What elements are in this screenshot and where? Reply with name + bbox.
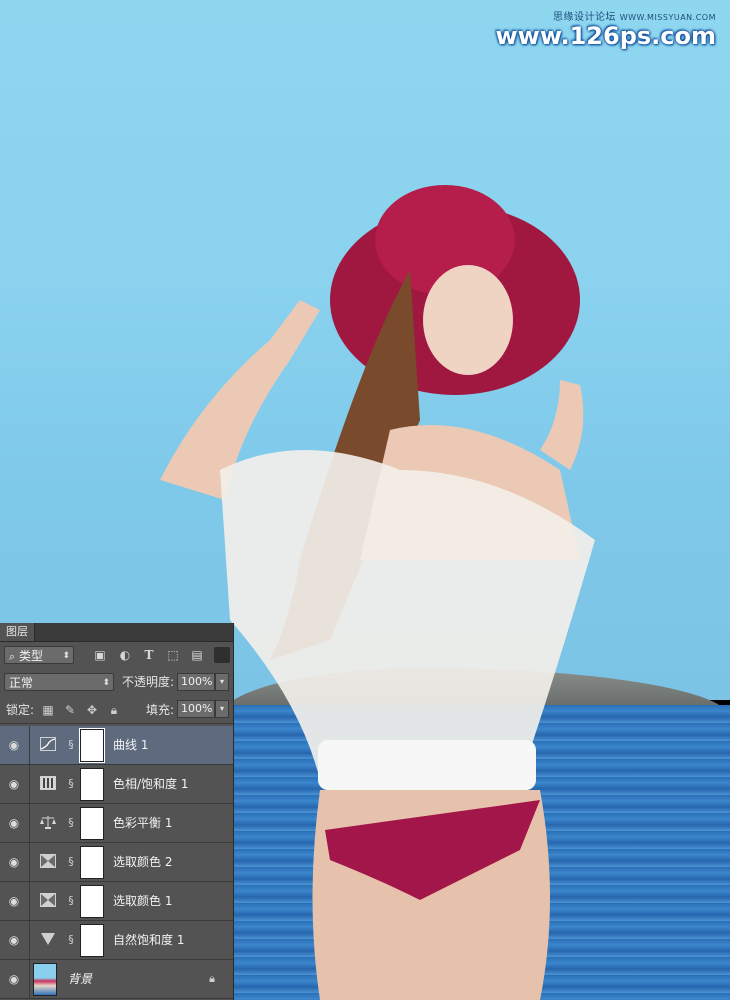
lock-icon: 🔒︎: [209, 972, 215, 985]
face: [423, 265, 513, 375]
filter-type-icon[interactable]: T: [141, 647, 157, 663]
divider: [29, 843, 30, 881]
lock-transparent-icon[interactable]: ▦: [40, 702, 56, 718]
layer-name[interactable]: 选取颜色 2: [113, 853, 172, 871]
eye-icon[interactable]: ◉: [6, 932, 22, 948]
layer-name[interactable]: 选取颜色 1: [113, 892, 172, 910]
link-icon[interactable]: §: [66, 815, 76, 831]
layer-row-vibrance[interactable]: ◉ § 自然饱和度 1: [0, 921, 233, 960]
selective-color-icon: [40, 854, 56, 868]
layer-name[interactable]: 背景: [68, 970, 92, 988]
chevron-updown-icon: ⬍: [102, 678, 110, 688]
lock-row: 锁定: ▦ ✎ ✥ 🔒︎ 填充: 100% ▾: [0, 699, 233, 724]
color-balance-icon: [40, 816, 56, 829]
chevron-updown-icon: ⬍: [62, 651, 70, 661]
filter-kind-label: 类型: [19, 649, 44, 663]
blend-row: 正常 ⬍ 不透明度: 100% ▾: [0, 671, 233, 695]
layer-row-color-balance[interactable]: ◉ § 色彩平衡 1: [0, 804, 233, 843]
layer-mask-thumbnail[interactable]: [80, 768, 104, 801]
eye-icon[interactable]: ◉: [6, 737, 22, 753]
eye-icon[interactable]: ◉: [6, 854, 22, 870]
layer-row-hue-saturation[interactable]: ◉ § 色相/饱和度 1: [0, 765, 233, 804]
fill-input[interactable]: 100%: [177, 700, 215, 718]
layer-name[interactable]: 曲线 1: [113, 736, 148, 754]
filter-pixel-icon[interactable]: ▣: [92, 647, 108, 663]
opacity-dropdown-icon[interactable]: ▾: [215, 673, 229, 691]
tab-layers[interactable]: 图层: [0, 623, 35, 641]
divider: [29, 765, 30, 803]
hue-saturation-icon: [40, 776, 56, 790]
filter-row: ⌕ 类型 ⬍ ▣ ◐ T ⬚ ▤: [0, 643, 233, 667]
layer-name[interactable]: 自然饱和度 1: [113, 931, 184, 949]
watermark-small: 思缘设计论坛 WWW.MISSYUAN.COM: [553, 12, 716, 23]
layer-row-selective-color-1[interactable]: ◉ § 选取颜色 1: [0, 882, 233, 921]
layer-mask-thumbnail[interactable]: [79, 728, 105, 763]
link-icon[interactable]: §: [66, 737, 76, 753]
search-icon: ⌕: [9, 650, 16, 663]
vibrance-icon: [41, 933, 55, 945]
layers-list: ◉ § 曲线 1 ◉ § 色相/饱和度 1 ◉ § 色彩平衡 1 ◉ § 选取颜…: [0, 726, 233, 999]
filter-shape-icon[interactable]: ⬚: [165, 647, 181, 663]
layer-mask-thumbnail[interactable]: [80, 807, 104, 840]
layer-mask-thumbnail[interactable]: [80, 885, 104, 918]
divider: [29, 921, 30, 959]
divider: [29, 960, 30, 998]
blend-mode-value: 正常: [9, 676, 34, 690]
background-thumbnail[interactable]: [33, 963, 57, 996]
filter-smartobject-icon[interactable]: ▤: [189, 647, 205, 663]
divider: [29, 882, 30, 920]
divider: [29, 726, 30, 764]
eye-icon[interactable]: ◉: [6, 971, 22, 987]
blend-mode-select[interactable]: 正常 ⬍: [4, 673, 114, 691]
selective-color-icon: [40, 893, 56, 907]
panel-tabbar: 图层: [0, 623, 233, 642]
fill-dropdown-icon[interactable]: ▾: [215, 700, 229, 718]
filter-toggle-icon[interactable]: [214, 647, 230, 663]
right-arm: [540, 380, 584, 470]
link-icon[interactable]: §: [66, 854, 76, 870]
layer-mask-thumbnail[interactable]: [80, 846, 104, 879]
filter-adjustment-icon[interactable]: ◐: [117, 647, 133, 663]
link-icon[interactable]: §: [66, 893, 76, 909]
filter-kind-select[interactable]: ⌕ 类型 ⬍: [4, 646, 74, 664]
layer-name[interactable]: 色相/饱和度 1: [113, 775, 189, 793]
opacity-input[interactable]: 100%: [177, 673, 215, 691]
divider: [29, 804, 30, 842]
link-icon[interactable]: §: [66, 932, 76, 948]
lock-label: 锁定:: [6, 703, 35, 717]
layer-row-curves[interactable]: ◉ § 曲线 1: [0, 726, 233, 765]
layer-row-background[interactable]: ◉ 背景 🔒︎: [0, 960, 233, 999]
layer-name[interactable]: 色彩平衡 1: [113, 814, 172, 832]
eye-icon[interactable]: ◉: [6, 815, 22, 831]
opacity-label: 不透明度:: [122, 675, 175, 689]
link-icon[interactable]: §: [66, 776, 76, 792]
layer-mask-thumbnail[interactable]: [80, 924, 104, 957]
layer-row-selective-color-2[interactable]: ◉ § 选取颜色 2: [0, 843, 233, 882]
top-hem: [318, 740, 536, 790]
lock-paint-icon[interactable]: ✎: [62, 702, 78, 718]
curves-icon: [40, 737, 56, 751]
eye-icon[interactable]: ◉: [6, 893, 22, 909]
layers-panel: 图层 ⌕ 类型 ⬍ ▣ ◐ T ⬚ ▤ 正常 ⬍ 不透明度: 100% ▾ 锁定…: [0, 623, 234, 1000]
lock-all-icon[interactable]: 🔒︎: [106, 702, 122, 718]
watermark-url: www.126ps.com: [495, 22, 717, 50]
fill-label: 填充:: [146, 703, 175, 717]
lock-move-icon[interactable]: ✥: [84, 702, 100, 718]
eye-icon[interactable]: ◉: [6, 776, 22, 792]
